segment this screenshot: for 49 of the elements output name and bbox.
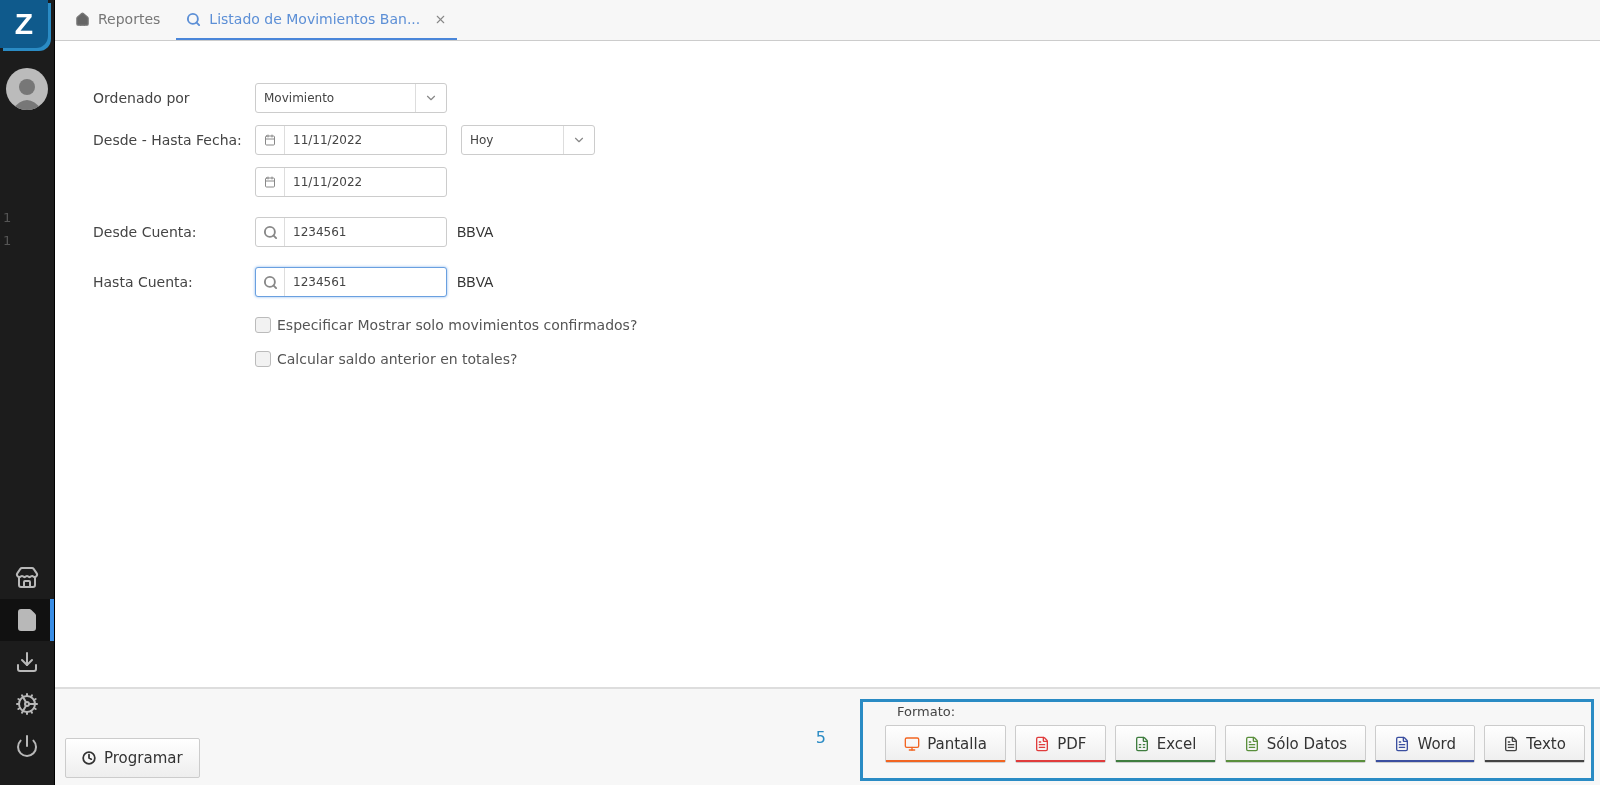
document-icon (1034, 736, 1051, 752)
account-name: BBVA (457, 224, 494, 240)
export-button[interactable]: Texto (1484, 725, 1586, 763)
checkbox[interactable] (255, 351, 271, 367)
field-label: Desde - Hasta Fecha: (93, 131, 243, 150)
sidebar-item[interactable] (0, 599, 54, 641)
field-label: Desde Cuenta: (93, 223, 198, 242)
date-field[interactable]: 11/11/2022 (255, 167, 447, 197)
counter-text: 1 (3, 233, 13, 248)
checkbox-label: Especificar Mostrar solo movimientos confirmados? (277, 317, 638, 333)
counter-text: 1 (3, 210, 13, 225)
date-field[interactable]: 11/11/2022 (255, 125, 447, 155)
export-button[interactable]: PDF (1015, 725, 1106, 763)
select-field[interactable]: Movimiento (255, 83, 447, 113)
field-label: Ordenado por (93, 89, 191, 108)
calendar-icon (264, 176, 276, 188)
export-button[interactable]: Pantalla (885, 725, 1006, 763)
step-number: 5 (815, 728, 826, 747)
store-icon (15, 566, 39, 590)
export-button[interactable]: Sólo Datos (1224, 725, 1367, 763)
export-button[interactable]: Word (1375, 725, 1476, 763)
checkbox-label: Calcular saldo anterior en totales? (277, 351, 518, 367)
spreadsheet-icon (1133, 736, 1150, 752)
document-icon (1394, 736, 1411, 752)
search-icon (262, 274, 278, 290)
app-logo[interactable]: Z (0, 0, 48, 48)
document-icon (1503, 736, 1520, 752)
export-button[interactable]: Excel (1114, 725, 1216, 763)
power-icon (15, 734, 39, 758)
account-field[interactable]: 1234561 (255, 217, 447, 247)
search-icon (186, 11, 202, 27)
file-icon (15, 608, 39, 632)
calendar-icon (264, 134, 276, 146)
schedule-button[interactable]: Programar (65, 738, 200, 778)
account-field[interactable]: 1234561 (255, 267, 447, 297)
avatar[interactable] (6, 68, 48, 110)
monitor-icon (904, 736, 921, 752)
home-icon (75, 11, 90, 27)
tab[interactable]: Reportes (65, 0, 171, 40)
document-icon (1243, 736, 1260, 752)
download-icon (15, 650, 39, 674)
select-field[interactable]: Hoy (461, 125, 595, 155)
checkbox[interactable] (255, 317, 271, 333)
search-icon (262, 224, 278, 240)
field-label: Hasta Cuenta: (93, 273, 194, 292)
format-label: Formato: (897, 704, 957, 719)
clock-icon (82, 751, 96, 765)
settings-icon (15, 692, 39, 716)
account-name: BBVA (457, 274, 494, 290)
